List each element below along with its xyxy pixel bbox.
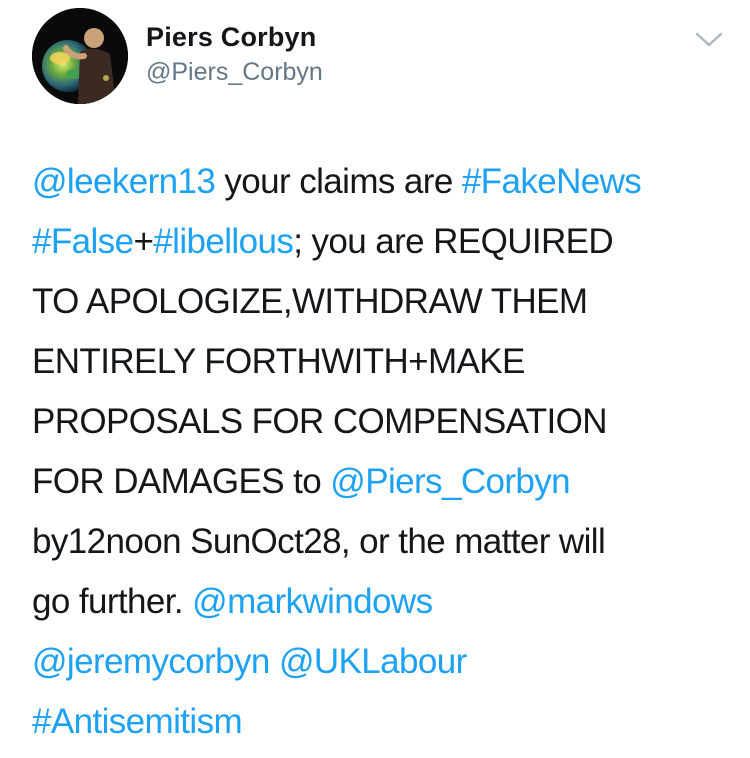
text-segment: ; you are REQUIRED <box>293 222 614 261</box>
mention-jeremycorbyn[interactable]: @jeremycorbyn <box>32 642 270 681</box>
tweet-line-3: TO APOLOGIZE,WITHDRAW THEM <box>32 282 588 321</box>
tweet-line-2: #False+#libellous; you are REQUIRED <box>32 212 722 272</box>
tweet-line-7: by12noon SunOct28, or the matter will <box>32 522 606 561</box>
tweet: Piers Corbyn @Piers_Corbyn @leekern13 yo… <box>0 0 750 758</box>
tweet-line-10: #Antisemitism <box>32 692 722 752</box>
avatar[interactable] <box>32 8 128 104</box>
text-segment: your claims are <box>215 162 462 201</box>
tweet-line-6: FOR DAMAGES to @Piers_Corbyn <box>32 452 722 512</box>
text-segment: + <box>133 222 154 261</box>
hashtag-libellous[interactable]: #libellous <box>153 222 294 261</box>
tweet-line-4: ENTIRELY FORTHWITH+MAKE <box>32 342 525 381</box>
hashtag-fakenews[interactable]: #FakeNews <box>462 162 642 201</box>
hashtag-antisemitism[interactable]: #Antisemitism <box>32 702 243 741</box>
hashtag-false[interactable]: #False <box>32 222 134 261</box>
text-segment <box>270 642 279 681</box>
mention-leekern13[interactable]: @leekern13 <box>32 162 216 201</box>
tweet-line-9: @jeremycorbyn @UKLabour <box>32 632 722 692</box>
tweet-line-8: go further. @markwindows <box>32 572 722 632</box>
tweet-line-5: PROPOSALS FOR COMPENSATION <box>32 402 608 441</box>
mention-piers-corbyn[interactable]: @Piers_Corbyn <box>330 462 570 501</box>
text-segment: FOR DAMAGES to <box>32 462 331 501</box>
text-segment: go further. <box>32 582 193 621</box>
tweet-line-1: @leekern13 your claims are #FakeNews <box>32 152 722 212</box>
chevron-down-icon[interactable] <box>694 28 724 50</box>
mention-markwindows[interactable]: @markwindows <box>192 582 433 621</box>
author-handle[interactable]: @Piers_Corbyn <box>146 58 323 87</box>
tweet-text: @leekern13 your claims are #FakeNews #Fa… <box>32 152 722 752</box>
mention-uklabour[interactable]: @UKLabour <box>279 642 467 681</box>
author-name[interactable]: Piers Corbyn <box>146 22 316 53</box>
avatar-image <box>32 8 128 104</box>
